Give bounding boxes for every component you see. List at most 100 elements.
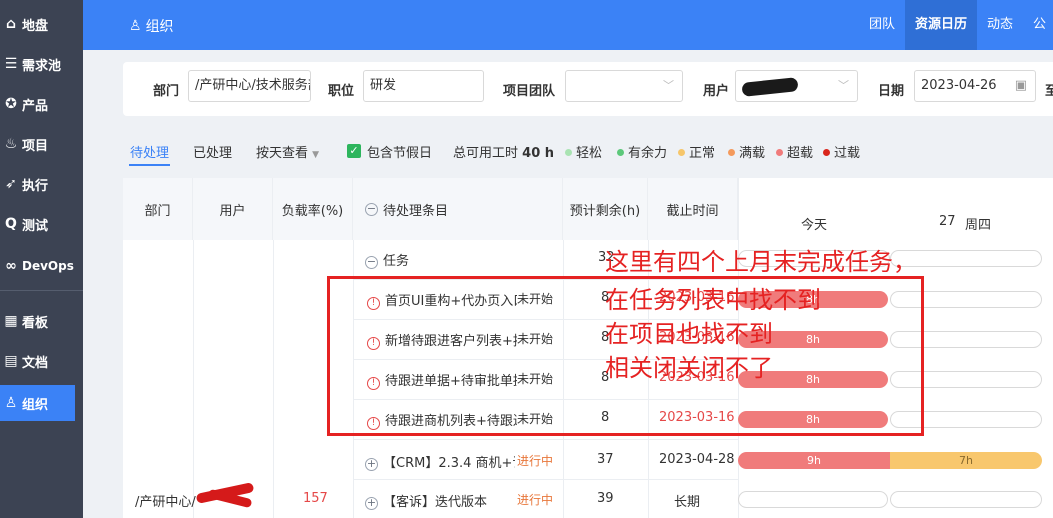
- sidebar-item-execute[interactable]: ➶ 执行: [0, 166, 75, 202]
- position-label: 职位: [328, 84, 355, 99]
- sidebar-item-project[interactable]: ♨ 项目: [0, 126, 75, 162]
- sidebar: ⌂ 地盘 ☰ 需求池 ✪ 产品 ♨ 项目 ➶ 执行 Q 测试 ∞ DevOps ▦ 看板 ▤ 文档…: [0, 0, 83, 518]
- gantt-header: 今天 27 周四: [738, 178, 1053, 240]
- sidebar-item-requirements[interactable]: ☰ 需求池: [0, 46, 75, 82]
- chevron-down-icon: ﹀: [838, 79, 849, 92]
- tab-team[interactable]: 团队: [869, 0, 895, 50]
- annotation-line: 在项目也找不到: [605, 320, 773, 348]
- project-name-text: 【CRM】2.3.4 商机+订单: [383, 456, 515, 471]
- project-name[interactable]: + 【客诉】迭代版本: [365, 491, 515, 510]
- sidebar-item-docs[interactable]: ▤ 文档: [0, 343, 75, 379]
- annotation-line: 在任务列表中找不到: [605, 286, 821, 314]
- legend-dot: [823, 149, 830, 156]
- collapse-icon[interactable]: −: [365, 202, 378, 216]
- gantt-today: 今天: [801, 218, 828, 233]
- col-header-remaining: 预计剩余(h): [563, 178, 648, 240]
- group-row-task[interactable]: − 任务: [365, 250, 409, 269]
- col-header-items[interactable]: − 待处理条目: [353, 178, 563, 240]
- team-label: 项目团队: [503, 84, 556, 99]
- sidebar-item-label: 执行: [22, 178, 49, 194]
- annotation-line: 这里有四个上月末完成任务，: [605, 248, 917, 276]
- sidebar-item-devops[interactable]: ∞ DevOps: [0, 248, 75, 284]
- column-divider: [273, 240, 274, 518]
- user-label: 用户: [703, 84, 730, 99]
- test-icon: Q: [5, 216, 17, 232]
- sidebar-item-label: DevOps: [22, 259, 74, 273]
- row-divider: [353, 439, 738, 440]
- sidebar-item-label: 测试: [22, 218, 49, 234]
- active-tab-underline: [129, 164, 170, 166]
- project-remaining: 37: [597, 452, 614, 467]
- position-input[interactable]: 研发: [363, 70, 484, 102]
- project-name[interactable]: + 【CRM】2.3.4 商机+订单: [365, 452, 515, 471]
- sidebar-item-label: 看板: [22, 315, 49, 331]
- row-dept: /产研中心/: [135, 495, 196, 510]
- gantt-bar: 7h: [890, 452, 1042, 469]
- view-toolbar: 待处理 已处理 按天查看 ▼ ✓ 包含节假日 总可用工时 40 h 轻松 有余力…: [123, 134, 1053, 170]
- sidebar-item-board[interactable]: ▦ 看板: [0, 303, 75, 339]
- sidebar-item-label: 产品: [22, 98, 49, 114]
- row-divider: [353, 479, 738, 480]
- col-header-dept: 部门: [123, 178, 193, 240]
- legend-label: 有余力: [628, 146, 668, 161]
- legend-overloaded: 超载: [776, 142, 813, 161]
- user-icon: ♙: [129, 18, 142, 34]
- date-input[interactable]: 2023-04-26 ▣: [914, 70, 1036, 102]
- legend-excess: 过载: [823, 142, 860, 161]
- sidebar-item-home[interactable]: ⌂ 地盘: [0, 6, 75, 42]
- devops-icon: ∞: [5, 258, 17, 274]
- dept-select[interactable]: /产研中心/技术服务部: [188, 70, 311, 102]
- legend-label: 满载: [739, 146, 766, 161]
- annotation-line: 相关闭关闭不了: [605, 354, 773, 382]
- legend-normal: 正常: [678, 142, 715, 161]
- legend-label: 正常: [689, 146, 716, 161]
- tab-activity[interactable]: 动态: [987, 0, 1013, 50]
- tab-company[interactable]: 公司: [1033, 0, 1053, 82]
- product-icon: ✪: [5, 96, 17, 112]
- legend-label: 过载: [834, 146, 861, 161]
- include-holidays-checkbox[interactable]: ✓: [347, 144, 361, 158]
- available-hours-value: 40 h: [522, 146, 555, 161]
- tab-resource-calendar[interactable]: 资源日历: [905, 0, 978, 50]
- view-by-day-dropdown[interactable]: 按天查看 ▼: [256, 142, 319, 161]
- team-select[interactable]: ﹀: [565, 70, 683, 102]
- group-row-label: 任务: [383, 254, 410, 269]
- gantt-slot: [890, 491, 1042, 508]
- expand-icon[interactable]: +: [365, 458, 378, 471]
- top-bar: ♙ 组织 团队 资源日历 动态 公司: [83, 0, 1053, 82]
- dept-label: 部门: [153, 84, 180, 99]
- row-load: 157: [303, 491, 328, 506]
- page-title: ♙ 组织: [129, 16, 174, 36]
- calendar-icon: ▣: [1014, 78, 1027, 93]
- tab-pending[interactable]: 待处理: [130, 142, 169, 161]
- sidebar-item-test[interactable]: Q 测试: [0, 206, 75, 242]
- sidebar-item-product[interactable]: ✪ 产品: [0, 86, 75, 122]
- include-holidays-label: 包含节假日: [367, 146, 433, 161]
- expand-icon[interactable]: +: [365, 497, 378, 510]
- project-deadline: 长期: [674, 495, 701, 510]
- sidebar-item-org[interactable]: ♙ 组织: [0, 385, 75, 421]
- gantt-weekday: 周四: [965, 218, 992, 233]
- column-divider: [193, 240, 194, 518]
- date-value: 2023-04-26: [921, 78, 997, 93]
- col-header-load: 负载率(%): [273, 178, 353, 240]
- gantt-slot: [738, 491, 888, 508]
- redaction-scribble: [741, 77, 799, 97]
- org-icon: ♙: [4, 395, 18, 411]
- sidebar-item-label: 项目: [22, 138, 49, 154]
- list-icon: ☰: [4, 56, 18, 72]
- project-status: 进行中: [517, 493, 554, 507]
- tab-processed[interactable]: 已处理: [193, 142, 232, 161]
- legend-dot: [728, 149, 735, 156]
- home-icon: ⌂: [5, 16, 17, 32]
- view-by-day-label: 按天查看: [256, 146, 309, 161]
- user-select[interactable]: ﹀: [735, 70, 858, 102]
- legend-dot: [565, 149, 572, 156]
- board-icon: ▦: [4, 313, 18, 329]
- legend-full: 满载: [728, 142, 765, 161]
- project-name-text: 【客诉】迭代版本: [383, 495, 488, 510]
- collapse-icon[interactable]: −: [365, 256, 378, 269]
- project-status: 进行中: [517, 452, 554, 469]
- caret-down-icon: ▼: [312, 150, 320, 160]
- project-deadline: 2023-04-28: [659, 452, 735, 467]
